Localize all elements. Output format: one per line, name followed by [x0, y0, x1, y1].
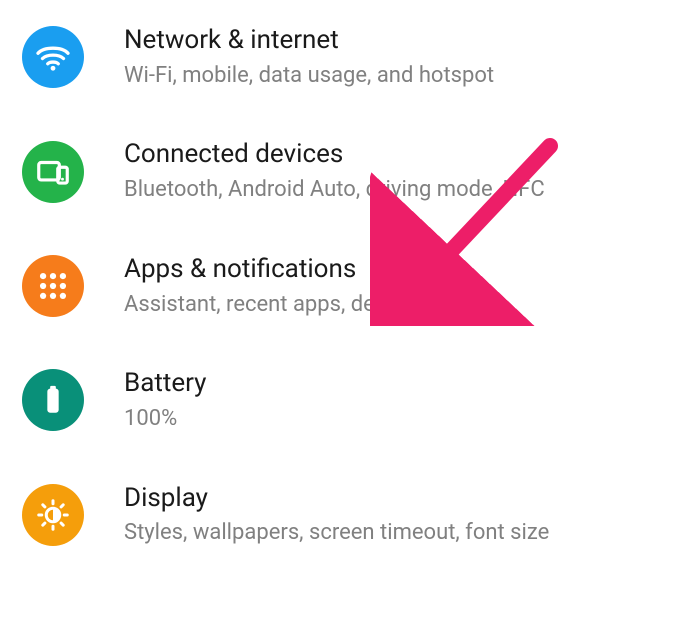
settings-item-text: Display Styles, wallpapers, screen timeo… — [124, 482, 549, 548]
settings-item-text: Connected devices Bluetooth, Android Aut… — [124, 138, 545, 204]
settings-item-subtitle: Bluetooth, Android Auto, driving mode, N… — [124, 176, 545, 205]
settings-item-subtitle: Wi-Fi, mobile, data usage, and hotspot — [124, 62, 494, 91]
settings-item-connected[interactable]: Connected devices Bluetooth, Android Aut… — [0, 114, 690, 228]
wifi-icon — [22, 26, 84, 88]
settings-list: Network & internet Wi-Fi, mobile, data u… — [0, 0, 690, 572]
settings-item-text: Battery 100% — [124, 367, 206, 433]
battery-icon — [22, 369, 84, 431]
settings-item-battery[interactable]: Battery 100% — [0, 343, 690, 457]
settings-item-title: Connected devices — [124, 138, 545, 172]
settings-item-title: Display — [124, 482, 549, 516]
apps-icon — [22, 255, 84, 317]
settings-item-title: Network & internet — [124, 24, 494, 58]
display-icon — [22, 484, 84, 546]
settings-item-subtitle: Styles, wallpapers, screen timeout, font… — [124, 519, 549, 548]
settings-item-title: Apps & notifications — [124, 253, 473, 287]
settings-item-apps[interactable]: Apps & notifications Assistant, recent a… — [0, 229, 690, 343]
settings-item-title: Battery — [124, 367, 206, 401]
settings-item-network[interactable]: Network & internet Wi-Fi, mobile, data u… — [0, 0, 690, 114]
settings-item-text: Network & internet Wi-Fi, mobile, data u… — [124, 24, 494, 90]
settings-item-text: Apps & notifications Assistant, recent a… — [124, 253, 473, 319]
devices-icon — [22, 141, 84, 203]
settings-item-display[interactable]: Display Styles, wallpapers, screen timeo… — [0, 458, 690, 572]
settings-item-subtitle: 100% — [124, 405, 206, 434]
settings-item-subtitle: Assistant, recent apps, default apps — [124, 291, 473, 320]
